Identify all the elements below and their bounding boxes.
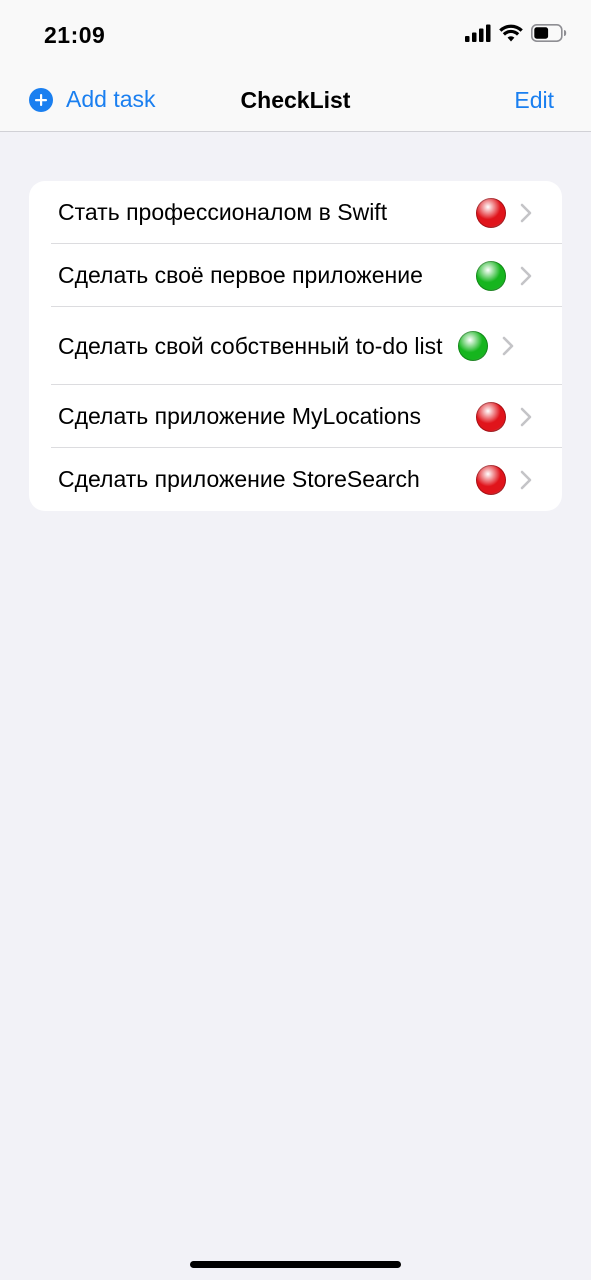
- chevron-right-icon: [502, 336, 514, 356]
- status-dot-icon: [458, 331, 488, 361]
- signal-icon: [465, 24, 491, 42]
- task-label: Сделать приложение MyLocations: [58, 403, 422, 429]
- task-label: Сделать свой собственный to-do list: [58, 332, 443, 359]
- task-row[interactable]: Сделать приложение MyLocations: [29, 385, 562, 448]
- chevron-right-icon: [520, 470, 532, 489]
- chevron-right-icon: [520, 203, 532, 222]
- task-list: Стать профессионалом в Swift Сделать сво…: [29, 181, 562, 511]
- task-row[interactable]: Сделать своё первое приложение: [29, 244, 562, 307]
- status-dot-icon: [476, 260, 506, 291]
- status-dot-icon: [476, 197, 506, 228]
- status-icons: [465, 24, 567, 42]
- task-row[interactable]: Сделать свой собственный to-do list: [29, 307, 562, 385]
- task-label: Стать профессионалом в Swift: [58, 199, 388, 225]
- status-time: 21:09: [44, 22, 106, 48]
- page-title: CheckList: [240, 87, 351, 113]
- task-row[interactable]: Стать профессионалом в Swift: [29, 181, 562, 244]
- status-dot-icon: [476, 464, 506, 495]
- chevron-right-icon: [520, 407, 532, 426]
- status-dot-icon: [476, 401, 506, 432]
- edit-button[interactable]: Edit: [514, 87, 554, 114]
- status-bar: 21:09: [0, 0, 591, 70]
- navigation-bar: Add task CheckList Edit: [0, 70, 591, 132]
- task-label: Сделать своё первое приложение: [58, 262, 423, 288]
- battery-icon: [531, 24, 567, 42]
- chevron-right-icon: [520, 266, 532, 285]
- wifi-icon: [499, 24, 523, 42]
- task-row[interactable]: Сделать приложение StoreSearch: [29, 448, 562, 511]
- home-indicator[interactable]: [190, 1261, 401, 1268]
- task-label: Сделать приложение StoreSearch: [58, 466, 420, 492]
